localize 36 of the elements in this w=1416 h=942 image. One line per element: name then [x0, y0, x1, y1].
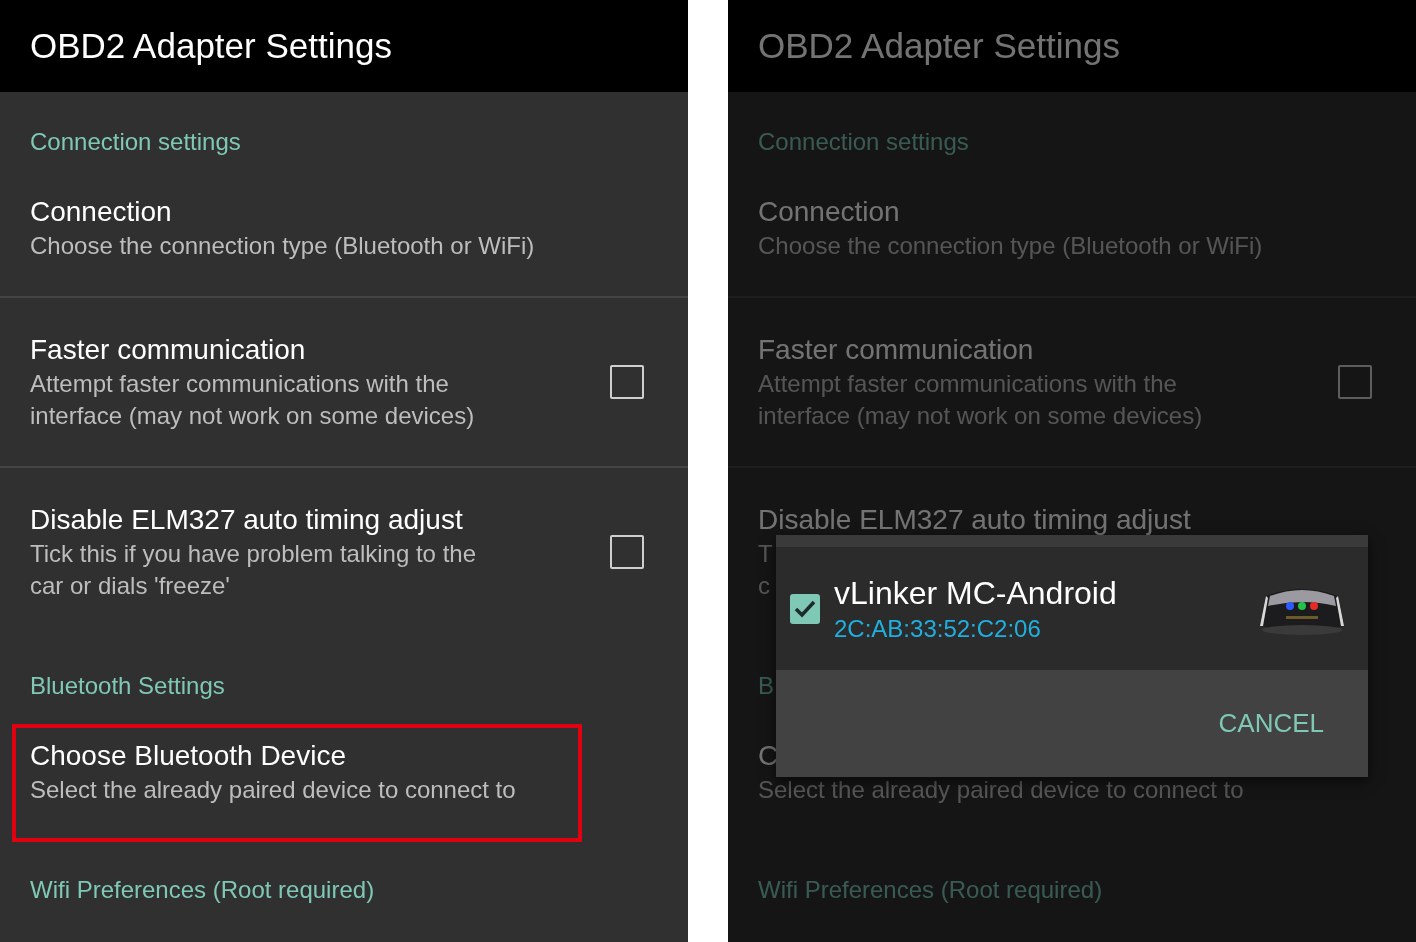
setting-title[interactable]: Faster communication: [30, 332, 306, 368]
section-header: Bluetooth Settings: [30, 672, 225, 700]
setting-summary: Select the already paired device to connect to: [758, 775, 1244, 805]
setting-summary: interface (may not work on some devices): [30, 401, 475, 431]
setting-summary: Attempt faster communications with the: [30, 369, 449, 399]
screen-title: OBD2 Adapter Settings: [30, 26, 392, 66]
cancel-button[interactable]: CANCEL: [1204, 700, 1338, 747]
setting-summary: Attempt faster communications with the: [758, 369, 1177, 399]
setting-summary: T: [758, 539, 773, 569]
device-name: vLinker MC-Android: [834, 573, 1117, 613]
setting-title[interactable]: Faster communication: [758, 332, 1034, 368]
setting-title[interactable]: Connection: [758, 194, 900, 230]
section-header: Wifi Preferences (Root required): [30, 876, 375, 904]
section-header: Wifi Preferences (Root required): [758, 876, 1103, 904]
setting-summary: Select the already paired device to connect to: [30, 775, 516, 805]
checkbox[interactable]: [790, 593, 820, 624]
setting-summary: car or dials 'freeze': [30, 571, 230, 601]
setting-title[interactable]: C: [758, 738, 779, 774]
setting-title[interactable]: Disable ELM327 auto timing adjust: [30, 502, 463, 538]
setting-summary: Choose the connection type (Bluetooth or WiFi): [758, 231, 1263, 261]
device-row[interactable]: vLinker MC-Android 2C:AB:33:52:C2:06: [776, 535, 1368, 670]
setting-summary: c: [758, 571, 770, 601]
checkbox[interactable]: [1338, 365, 1372, 399]
setting-summary: interface (may not work on some devices): [758, 401, 1203, 431]
section-header: Connection settings: [30, 128, 241, 156]
setting-title[interactable]: Disable ELM327 auto timing adjust: [758, 502, 1191, 538]
screen-title: OBD2 Adapter Settings: [758, 26, 1120, 66]
setting-summary: Choose the connection type (Bluetooth or WiFi): [30, 231, 535, 261]
checkbox[interactable]: [610, 365, 644, 399]
setting-title[interactable]: Connection: [30, 194, 172, 230]
section-header: B: [758, 672, 774, 700]
section-header: Connection settings: [758, 128, 969, 156]
device-address: 2C:AB:33:52:C2:06: [834, 613, 1041, 644]
setting-summary: Tick this if you have problem talking to the: [30, 539, 476, 569]
checkbox[interactable]: [610, 535, 644, 569]
setting-title[interactable]: Choose Bluetooth Device: [30, 738, 346, 774]
